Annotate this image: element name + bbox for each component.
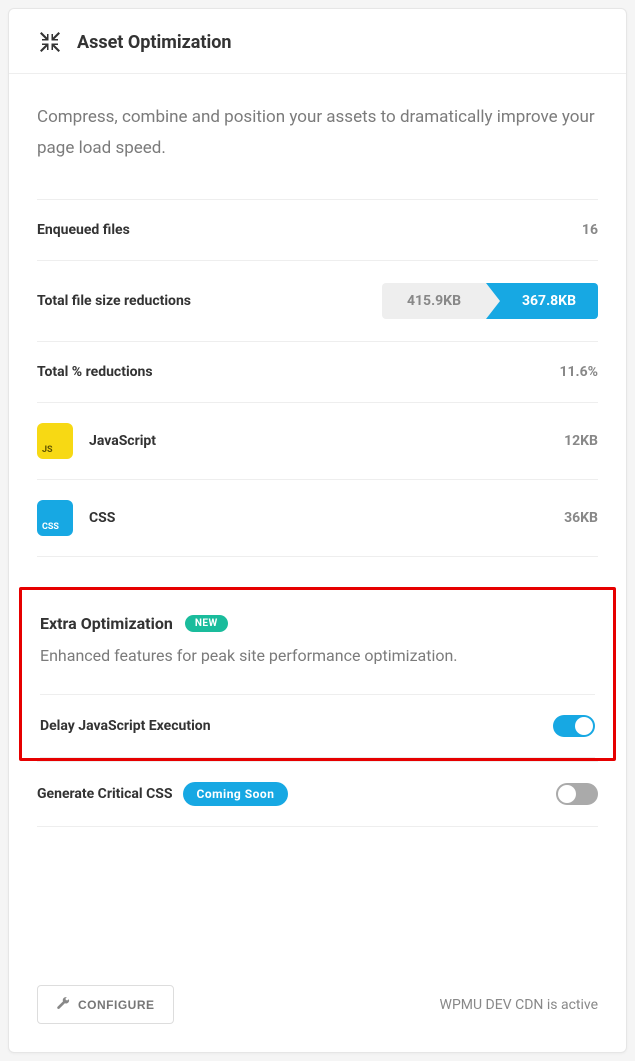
toggle-row-delay-js: Delay JavaScript Execution <box>40 694 595 758</box>
arrow-separator <box>486 283 500 319</box>
toggle-row-critical-css: Generate Critical CSS Coming Soon <box>37 761 598 827</box>
stat-value: 16 <box>582 222 598 238</box>
delay-js-toggle[interactable] <box>553 715 595 737</box>
stat-label: Enqueued files <box>37 222 130 238</box>
card-description: Compress, combine and position your asse… <box>37 102 598 165</box>
stat-label: Total file size reductions <box>37 293 191 309</box>
asset-optimization-card: Asset Optimization Compress, combine and… <box>8 8 627 1053</box>
stat-row-percent: Total % reductions 11.6% <box>37 341 598 402</box>
asset-size: 12KB <box>564 433 598 449</box>
asset-name: JavaScript <box>89 433 564 449</box>
toggle-label: Delay JavaScript Execution <box>40 718 211 734</box>
compress-icon <box>37 29 63 55</box>
stat-label: Total % reductions <box>37 364 153 380</box>
stat-row-size-reductions: Total file size reductions 415.9KB 367.8… <box>37 260 598 341</box>
asset-row-js: JS JavaScript 12KB <box>37 402 598 479</box>
file-size-bar: 415.9KB 367.8KB <box>382 283 598 319</box>
css-icon: CSS <box>37 500 73 536</box>
asset-row-css: CSS CSS 36KB <box>37 479 598 557</box>
stat-row-enqueued: Enqueued files 16 <box>37 199 598 260</box>
card-body: Compress, combine and position your asse… <box>9 74 626 961</box>
stat-value: 11.6% <box>559 364 598 380</box>
card-footer: CONFIGURE WPMU DEV CDN is active <box>9 961 626 1052</box>
configure-label: CONFIGURE <box>78 998 155 1012</box>
configure-button[interactable]: CONFIGURE <box>37 985 174 1024</box>
wrench-icon <box>56 996 70 1013</box>
coming-soon-badge: Coming Soon <box>183 782 289 806</box>
card-title: Asset Optimization <box>77 32 232 53</box>
cdn-status: WPMU DEV CDN is active <box>440 997 598 1013</box>
asset-name: CSS <box>89 510 564 526</box>
section-title-row: Extra Optimization NEW <box>40 614 595 633</box>
js-icon: JS <box>37 423 73 459</box>
extra-optimization-title: Extra Optimization <box>40 614 173 633</box>
card-header: Asset Optimization <box>9 9 626 74</box>
toggle-label: Generate Critical CSS Coming Soon <box>37 782 288 806</box>
new-size-segment: 367.8KB <box>500 283 598 319</box>
critical-css-toggle[interactable] <box>556 783 598 805</box>
toggle-text: Generate Critical CSS <box>37 786 173 802</box>
extra-optimization-description: Enhanced features for peak site performa… <box>40 643 595 669</box>
extra-optimization-highlight: Extra Optimization NEW Enhanced features… <box>19 587 616 762</box>
new-badge: NEW <box>185 615 228 632</box>
asset-size: 36KB <box>564 510 598 526</box>
old-size-segment: 415.9KB <box>382 283 486 319</box>
